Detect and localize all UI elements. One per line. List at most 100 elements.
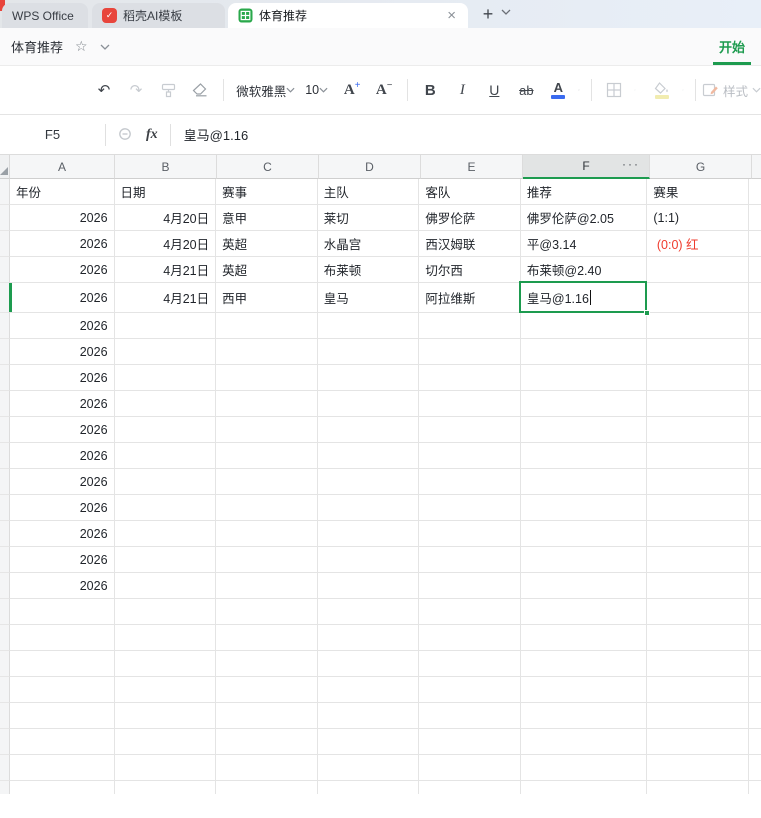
cell-F7[interactable]	[520, 339, 648, 365]
cell-E10[interactable]	[419, 417, 521, 443]
row-header[interactable]	[0, 651, 10, 677]
cell-E16[interactable]	[419, 573, 521, 599]
cell-D11[interactable]	[317, 443, 420, 469]
column-header-D[interactable]: D	[319, 155, 421, 179]
cell-G5[interactable]	[647, 283, 749, 313]
cell-B8[interactable]	[114, 365, 217, 391]
cell-A23[interactable]	[9, 755, 115, 781]
strikethrough-button[interactable]: ab	[514, 77, 538, 103]
cell-C1[interactable]: 赛事	[216, 179, 318, 205]
cell-sliver[interactable]	[748, 365, 761, 391]
cell-B9[interactable]	[114, 391, 217, 417]
cell-F6[interactable]	[520, 313, 648, 339]
row-header[interactable]	[0, 729, 10, 755]
column-header-G[interactable]: G	[650, 155, 752, 179]
cell-D14[interactable]	[317, 521, 420, 547]
cell-G13[interactable]	[647, 495, 749, 521]
cell-B19[interactable]	[114, 651, 217, 677]
cell-C22[interactable]	[216, 729, 318, 755]
column-header-E[interactable]: E	[421, 155, 523, 179]
cell-G10[interactable]	[647, 417, 749, 443]
cell-sliver[interactable]	[748, 599, 761, 625]
row-header[interactable]	[0, 257, 10, 283]
cell-F24[interactable]	[521, 781, 648, 794]
cell-D3[interactable]: 水晶宫	[317, 231, 420, 257]
cell-A9[interactable]: 2026	[9, 391, 115, 417]
fill-handle[interactable]	[644, 310, 651, 316]
row-header[interactable]	[0, 599, 10, 625]
cell-D5[interactable]: 皇马	[317, 283, 420, 313]
cell-F13[interactable]	[520, 495, 648, 521]
cell-C24[interactable]	[216, 781, 318, 794]
cell-B2[interactable]: 4月20日	[114, 205, 217, 231]
cell-G12[interactable]	[647, 469, 749, 495]
cell-C21[interactable]	[216, 703, 318, 729]
font-color-button[interactable]: A	[546, 77, 570, 103]
cell-D13[interactable]	[317, 495, 420, 521]
cell-B17[interactable]	[114, 599, 217, 625]
row-header[interactable]	[0, 547, 10, 573]
bold-button[interactable]: B	[418, 77, 442, 103]
cell-sliver[interactable]	[748, 417, 761, 443]
cell-E13[interactable]	[419, 495, 521, 521]
cell-B14[interactable]	[114, 521, 217, 547]
cell-F5[interactable]: 皇马@1.16	[518, 281, 651, 316]
font-name-select[interactable]: 微软雅黑	[236, 81, 295, 100]
cell-G1[interactable]: 赛果	[647, 179, 749, 205]
name-box[interactable]: F5	[0, 127, 105, 142]
cell-A17[interactable]	[9, 599, 115, 625]
cell-B18[interactable]	[114, 625, 217, 651]
cell-D15[interactable]	[317, 547, 420, 573]
cell-D19[interactable]	[317, 651, 420, 677]
cell-F23[interactable]	[520, 755, 648, 781]
cell-F20[interactable]	[520, 677, 648, 703]
cell-B15[interactable]	[114, 547, 217, 573]
cell-A4[interactable]: 2026	[9, 257, 115, 283]
cell-G18[interactable]	[647, 625, 749, 651]
cell-A22[interactable]	[9, 729, 115, 755]
cell-C9[interactable]	[216, 391, 318, 417]
cell-D23[interactable]	[317, 755, 420, 781]
cell-F10[interactable]	[520, 417, 648, 443]
cell-C20[interactable]	[216, 677, 318, 703]
row-header[interactable]	[0, 231, 10, 257]
cell-B16[interactable]	[114, 573, 217, 599]
cell-F11[interactable]	[520, 443, 648, 469]
cell-B23[interactable]	[114, 755, 217, 781]
cell-sliver[interactable]	[748, 547, 761, 573]
cell-sliver[interactable]	[748, 231, 761, 257]
cell-C2[interactable]: 意甲	[216, 205, 318, 231]
cell-E7[interactable]	[419, 339, 521, 365]
cell-D24[interactable]	[318, 781, 420, 794]
cell-A1[interactable]: 年份	[9, 179, 115, 205]
cell-C23[interactable]	[216, 755, 318, 781]
cell-sliver[interactable]	[748, 283, 761, 313]
new-tab-button[interactable]: +	[477, 2, 499, 26]
cell-E1[interactable]: 客队	[419, 179, 521, 205]
cell-D16[interactable]	[317, 573, 420, 599]
cell-G22[interactable]	[647, 729, 749, 755]
cell-G9[interactable]	[647, 391, 749, 417]
cell-D4[interactable]: 布莱顿	[317, 257, 420, 283]
cell-E9[interactable]	[419, 391, 521, 417]
cell-F8[interactable]	[520, 365, 648, 391]
column-header-A[interactable]: A	[10, 155, 115, 179]
cell-G16[interactable]	[647, 573, 749, 599]
cell-F15[interactable]	[520, 547, 648, 573]
cell-A11[interactable]: 2026	[9, 443, 115, 469]
row-header[interactable]	[0, 755, 10, 781]
column-options-icon[interactable]: ···	[622, 157, 640, 171]
cell-C8[interactable]	[216, 365, 318, 391]
cell-F4[interactable]: 布莱顿@2.40	[520, 257, 648, 283]
cell-A2[interactable]: 2026	[9, 205, 115, 231]
cell-E22[interactable]	[419, 729, 521, 755]
cell-G17[interactable]	[647, 599, 749, 625]
row-header[interactable]	[0, 495, 10, 521]
cell-style-button[interactable]: 样式	[702, 81, 761, 100]
row-header[interactable]	[0, 283, 12, 313]
cell-F19[interactable]	[520, 651, 648, 677]
row-header[interactable]	[0, 391, 10, 417]
cell-C4[interactable]: 英超	[216, 257, 318, 283]
cell-E21[interactable]	[419, 703, 521, 729]
cell-A13[interactable]: 2026	[9, 495, 115, 521]
